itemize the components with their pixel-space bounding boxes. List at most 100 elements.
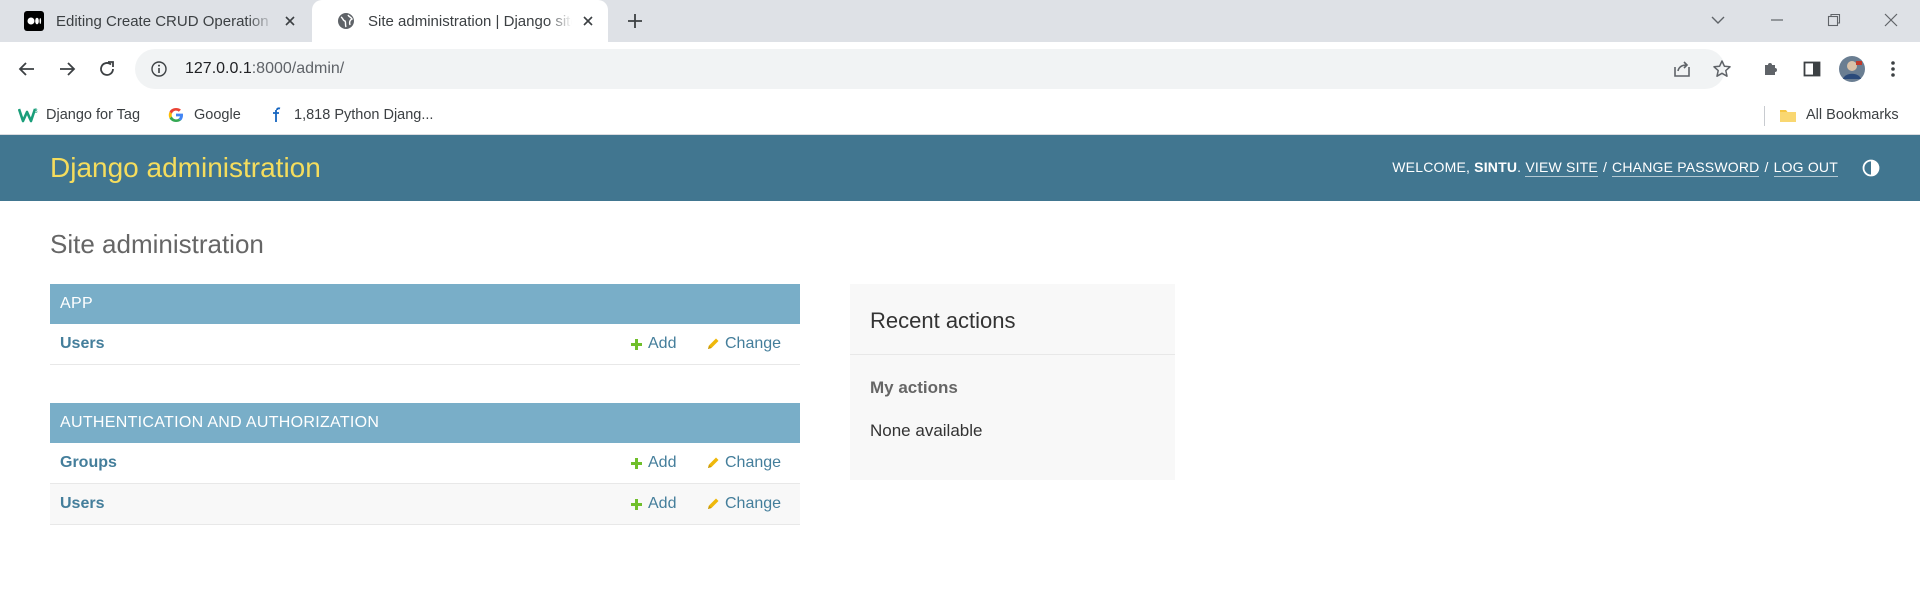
browser-toolbar: 127.0.0.1:8000/admin/ — [0, 42, 1920, 96]
admin-header: Django administration WELCOME, SINTU . V… — [0, 135, 1920, 201]
pencil-icon — [705, 455, 721, 471]
model-link-users[interactable]: Users — [60, 335, 104, 353]
model-row-groups: Groups Add Change — [50, 443, 800, 484]
plus-icon — [628, 14, 642, 28]
add-label: Add — [648, 454, 677, 471]
no-actions-text: None available — [870, 421, 983, 440]
minimize-button[interactable] — [1757, 6, 1797, 34]
all-bookmarks-button[interactable]: All Bookmarks — [1778, 103, 1899, 127]
back-button[interactable] — [11, 53, 43, 85]
plus-icon — [628, 496, 644, 512]
tab-title: Site administration | Django site a — [368, 12, 572, 30]
share-button[interactable] — [1664, 51, 1700, 87]
avatar-icon — [1839, 56, 1865, 82]
divider — [850, 354, 1175, 355]
bookmark-google[interactable]: Google — [166, 103, 241, 127]
f-logo-icon — [266, 105, 286, 125]
model-link-groups[interactable]: Groups — [60, 454, 117, 472]
tab-site-administration[interactable]: Site administration | Django site a — [312, 0, 608, 42]
star-icon — [1713, 60, 1731, 77]
add-link[interactable]: Add — [628, 335, 676, 353]
bookmark-label: Google — [194, 107, 241, 123]
tab-search-button[interactable] — [1698, 6, 1738, 34]
google-icon — [166, 105, 186, 125]
chevron-down-icon — [1711, 16, 1725, 24]
module-caption[interactable]: APP — [50, 284, 800, 324]
theme-toggle-icon[interactable] — [1862, 159, 1880, 177]
arrow-right-icon — [60, 62, 76, 76]
address-bar[interactable]: 127.0.0.1:8000/admin/ — [135, 49, 1725, 89]
model-row-users: Users Add Change — [50, 484, 800, 525]
bookmark-label: All Bookmarks — [1806, 107, 1899, 123]
url-text[interactable]: 127.0.0.1:8000/admin/ — [185, 60, 344, 78]
change-label: Change — [725, 335, 782, 352]
share-icon — [1674, 61, 1690, 77]
w-logo-icon: 3 — [18, 105, 38, 125]
separator: / — [1602, 159, 1608, 175]
tab-title: Editing Create CRUD Operation U — [56, 12, 274, 30]
recent-actions-title: Recent actions — [870, 308, 1016, 333]
puzzle-icon — [1765, 63, 1777, 75]
page-title: Site administration — [50, 229, 264, 259]
plus-icon — [628, 336, 644, 352]
plus-icon — [628, 455, 644, 471]
url-path: :8000/admin/ — [251, 60, 345, 77]
minimize-icon — [1771, 19, 1783, 21]
tab-editing-crud[interactable]: Editing Create CRUD Operation U — [0, 0, 310, 42]
my-actions-heading: My actions — [870, 378, 958, 397]
welcome-text: WELCOME, — [1392, 159, 1475, 175]
url-host: 127.0.0.1 — [185, 60, 252, 77]
change-link[interactable]: Change — [705, 454, 781, 472]
bookmark-star-button[interactable] — [1704, 51, 1740, 87]
bookmarks-bar: 3 Django for Tag Google 1,818 Python Dja… — [0, 96, 1920, 135]
change-password-link[interactable]: CHANGE PASSWORD — [1612, 159, 1760, 177]
model-row-users: Users Add Change — [50, 324, 800, 365]
reload-button[interactable] — [91, 53, 123, 85]
new-tab-button[interactable] — [621, 9, 649, 33]
bookmark-django-for-tag[interactable]: 3 Django for Tag — [18, 103, 140, 127]
kebab-menu-icon — [1891, 61, 1895, 77]
pencil-icon — [705, 496, 721, 512]
medium-icon — [24, 11, 44, 31]
forward-button[interactable] — [51, 53, 83, 85]
log-out-link[interactable]: LOG OUT — [1773, 159, 1838, 177]
app-module-app: APP Users Add Change — [50, 284, 800, 365]
add-label: Add — [648, 335, 677, 352]
info-icon[interactable] — [149, 59, 169, 79]
arrow-left-icon — [18, 62, 34, 76]
recent-actions-panel: Recent actions My actions None available — [850, 284, 1175, 480]
close-icon[interactable] — [280, 11, 300, 31]
close-window-button[interactable] — [1871, 6, 1911, 34]
close-icon[interactable] — [578, 11, 598, 31]
add-label: Add — [648, 495, 677, 512]
username: SINTU — [1474, 159, 1518, 175]
model-link-users[interactable]: Users — [60, 495, 104, 513]
welcome-period: . — [1517, 159, 1526, 175]
svg-text:3: 3 — [34, 108, 38, 115]
profile-avatar[interactable] — [1836, 53, 1868, 85]
side-panel-button[interactable] — [1796, 53, 1828, 85]
pencil-icon — [705, 336, 721, 352]
site-branding[interactable]: Django administration — [50, 152, 321, 184]
app-module-auth: AUTHENTICATION AND AUTHORIZATION Groups … — [50, 403, 800, 525]
add-link[interactable]: Add — [628, 495, 676, 513]
restore-button[interactable] — [1814, 6, 1854, 34]
change-link[interactable]: Change — [705, 335, 781, 353]
change-link[interactable]: Change — [705, 495, 781, 513]
separator: / — [1764, 159, 1769, 175]
close-icon — [1884, 13, 1898, 27]
tab-strip: Editing Create CRUD Operation U Site adm… — [0, 0, 1920, 42]
user-tools: WELCOME, SINTU . VIEW SITE / CHANGE PASS… — [1392, 159, 1838, 177]
change-label: Change — [725, 495, 782, 512]
module-caption[interactable]: AUTHENTICATION AND AUTHORIZATION — [50, 403, 800, 443]
bookmark-label: 1,818 Python Djang... — [294, 107, 434, 123]
view-site-link[interactable]: VIEW SITE — [1525, 159, 1598, 177]
bookmark-label: Django for Tag — [46, 107, 141, 123]
change-label: Change — [725, 454, 782, 471]
globe-icon — [336, 11, 356, 31]
menu-button[interactable] — [1877, 53, 1909, 85]
extensions-button[interactable] — [1755, 53, 1787, 85]
bookmark-python-django[interactable]: 1,818 Python Djang... — [266, 103, 433, 127]
add-link[interactable]: Add — [628, 454, 676, 472]
restore-icon — [1827, 13, 1841, 27]
